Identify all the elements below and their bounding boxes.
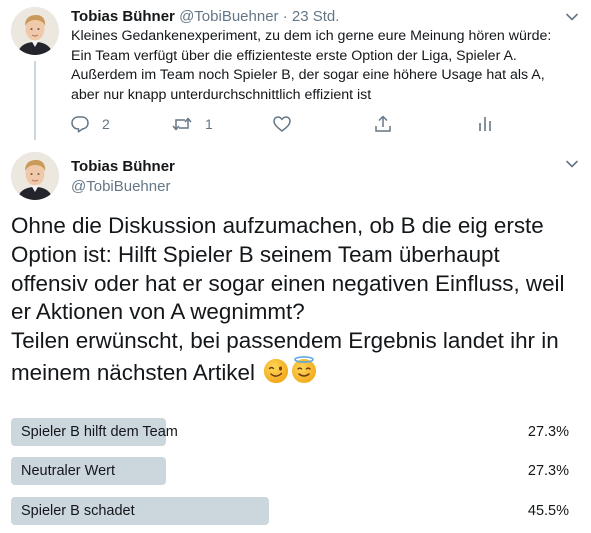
poll-option: Neutraler Wert 27.3% xyxy=(11,457,581,485)
reply-button[interactable]: 2 xyxy=(70,114,110,134)
poll-option-label: Neutraler Wert xyxy=(21,463,116,479)
analytics-icon xyxy=(475,114,495,134)
analytics-button[interactable] xyxy=(475,114,495,134)
tweet-timestamp[interactable]: 23 Std. xyxy=(292,8,340,25)
tweet-text-line: Ohne die Diskussion aufzumachen, ob B di… xyxy=(11,213,544,238)
avatar[interactable] xyxy=(11,152,59,200)
chevron-down-icon[interactable] xyxy=(565,10,579,24)
author-handle[interactable]: @TobiBuehner xyxy=(71,177,170,197)
tweet-text-line: Option ist: Hilft Spieler B seinem Team … xyxy=(11,241,500,267)
author-name[interactable]: Tobias Bühner xyxy=(71,8,175,25)
halo-face-emoji xyxy=(291,356,317,384)
avatar-image xyxy=(11,152,59,200)
tweet-text-line: er Aktionen von A wegnimmt? xyxy=(11,299,305,325)
chevron-down-icon[interactable] xyxy=(565,157,579,171)
tweet-text-line: meinem nächsten Artikel xyxy=(11,359,255,385)
poll-option-percent: 27.3% xyxy=(527,424,569,440)
avatar[interactable] xyxy=(11,7,59,55)
heart-icon xyxy=(272,114,292,134)
retweet-icon xyxy=(171,114,193,134)
like-button[interactable] xyxy=(272,114,292,134)
poll-option-label: Spieler B hilft dem Team xyxy=(21,424,178,440)
tweet-text-line: aber nur knapp unterdurchschnittlich eff… xyxy=(71,86,372,103)
reply-count: 2 xyxy=(102,116,110,132)
share-icon xyxy=(373,114,393,134)
tweet-text: Ohne die Diskussion aufzumachen, ob B di… xyxy=(11,212,586,388)
tweet-header: Tobias Bühner @TobiBuehner · 23 Std. xyxy=(71,7,339,27)
winking-face-emoji xyxy=(263,358,289,384)
poll-option-label: Spieler B schadet xyxy=(21,503,135,519)
tweet-text-line: Ein Team verfügt über die effizienteste … xyxy=(71,47,517,64)
poll-option-percent: 45.5% xyxy=(527,503,569,519)
poll-option: Spieler B schadet 45.5% xyxy=(11,497,581,525)
thread-connector-line xyxy=(34,61,36,140)
separator-dot: · xyxy=(282,8,288,25)
share-button[interactable] xyxy=(373,114,393,134)
avatar-image xyxy=(11,7,59,55)
poll-option-percent: 27.3% xyxy=(527,463,569,479)
author-handle[interactable]: @TobiBuehner xyxy=(179,8,278,25)
retweet-button[interactable]: 1 xyxy=(171,114,213,134)
poll-option: Spieler B hilft dem Team 27.3% xyxy=(11,418,581,446)
author-name[interactable]: Tobias Bühner xyxy=(71,157,175,177)
tweet-text-line: Teilen erwünscht, bei passendem Ergebnis… xyxy=(11,328,559,354)
tweet-text-line-last: meinem nächsten Artikel xyxy=(11,356,586,388)
tweet-text-line: Kleines Gedankenexperiment, zu dem ich g… xyxy=(71,28,552,44)
reply-icon xyxy=(70,114,90,134)
tweet-text-line: offensiv oder hat er sogar einen negativ… xyxy=(11,270,565,296)
tweet-actions: 2 1 xyxy=(70,114,510,134)
tweet-text: Kleines Gedankenexperiment, zu dem ich g… xyxy=(71,27,581,105)
retweet-count: 1 xyxy=(205,116,213,132)
tweet-text-line: Außerdem im Team noch Spieler B, der sog… xyxy=(71,67,545,84)
